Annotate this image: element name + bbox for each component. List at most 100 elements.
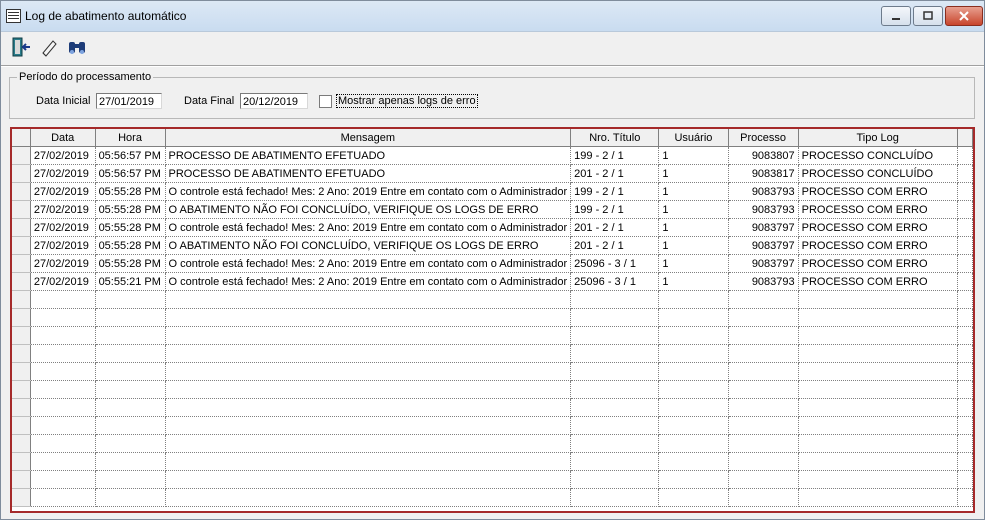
empty-cell[interactable] — [30, 434, 96, 453]
table-cell[interactable]: 05:56:57 PM — [95, 146, 166, 165]
table-cell[interactable]: 9083793 — [728, 272, 799, 291]
empty-cell[interactable] — [728, 362, 799, 381]
empty-cell[interactable] — [658, 362, 729, 381]
empty-row[interactable] — [12, 434, 973, 453]
empty-cell[interactable] — [957, 416, 973, 435]
close-button[interactable] — [945, 6, 983, 26]
empty-cell[interactable] — [957, 488, 973, 507]
empty-cell[interactable] — [570, 290, 660, 309]
table-cell[interactable]: 05:55:28 PM — [95, 218, 166, 237]
table-cell[interactable]: 27/02/2019 — [30, 272, 96, 291]
table-row[interactable]: 27/02/2019 05:55:28 PM O ABATIMENTO NÃO FO… — [12, 200, 973, 219]
table-cell[interactable]: 1 — [658, 182, 729, 201]
empty-cell[interactable] — [165, 344, 572, 363]
empty-cell[interactable] — [30, 470, 96, 489]
empty-cell[interactable] — [728, 470, 799, 489]
empty-cell[interactable] — [30, 398, 96, 417]
column-header[interactable]: Mensagem — [165, 129, 572, 147]
table-cell[interactable]: 27/02/2019 — [30, 254, 96, 273]
empty-cell[interactable] — [957, 326, 973, 345]
empty-cell[interactable] — [95, 308, 166, 327]
row-selector[interactable] — [12, 290, 31, 309]
table-cell[interactable]: 27/02/2019 — [30, 236, 96, 255]
empty-cell[interactable] — [570, 470, 660, 489]
table-cell[interactable]: 9083817 — [728, 164, 799, 183]
table-cell[interactable]: O controle está fechado! Mes: 2 Ano: 201… — [165, 272, 572, 291]
column-header[interactable]: Tipo Log — [798, 129, 958, 147]
table-cell[interactable]: 05:56:57 PM — [95, 164, 166, 183]
table-cell[interactable]: 05:55:21 PM — [95, 272, 166, 291]
table-cell[interactable]: 05:55:28 PM — [95, 236, 166, 255]
row-selector[interactable] — [12, 452, 31, 471]
empty-row[interactable] — [12, 452, 973, 471]
empty-cell[interactable] — [658, 416, 729, 435]
empty-row[interactable] — [12, 362, 973, 381]
row-selector[interactable] — [12, 434, 31, 453]
empty-cell[interactable] — [30, 362, 96, 381]
table-cell[interactable]: 9083807 — [728, 146, 799, 165]
table-cell[interactable]: O controle está fechado! Mes: 2 Ano: 201… — [165, 218, 572, 237]
empty-cell[interactable] — [728, 308, 799, 327]
row-selector[interactable] — [12, 470, 31, 489]
table-cell[interactable]: 1 — [658, 254, 729, 273]
empty-row[interactable] — [12, 344, 973, 363]
empty-cell[interactable] — [728, 380, 799, 399]
row-selector[interactable] — [12, 236, 31, 255]
table-row[interactable]: 27/02/2019 05:55:21 PM O controle está fe… — [12, 272, 973, 291]
row-selector[interactable] — [12, 398, 31, 417]
clear-button[interactable] — [35, 33, 63, 61]
table-cell[interactable]: O ABATIMENTO NÃO FOI CONCLUÍDO, VERIFIQU… — [165, 236, 572, 255]
empty-cell[interactable] — [165, 326, 572, 345]
empty-cell[interactable] — [30, 452, 96, 471]
empty-cell[interactable] — [658, 326, 729, 345]
empty-cell[interactable] — [30, 380, 96, 399]
row-selector[interactable] — [12, 272, 31, 291]
empty-cell[interactable] — [957, 290, 973, 309]
empty-cell[interactable] — [165, 362, 572, 381]
empty-cell[interactable] — [728, 488, 799, 507]
table-cell[interactable]: PROCESSO DE ABATIMENTO EFETUADO — [165, 146, 572, 165]
empty-cell[interactable] — [798, 488, 958, 507]
log-grid[interactable]: Data Hora Mensagem Nro. Título Usuário P… — [10, 127, 975, 513]
empty-cell[interactable] — [658, 380, 729, 399]
minimize-button[interactable] — [881, 6, 911, 26]
empty-cell[interactable] — [95, 416, 166, 435]
empty-cell[interactable] — [95, 344, 166, 363]
table-cell[interactable]: 9083797 — [728, 236, 799, 255]
errors-only-checkbox[interactable] — [319, 95, 332, 108]
table-cell[interactable]: 25096 - 3 / 1 — [570, 272, 660, 291]
maximize-button[interactable] — [913, 6, 943, 26]
row-selector[interactable] — [12, 416, 31, 435]
table-cell[interactable]: 1 — [658, 272, 729, 291]
empty-cell[interactable] — [570, 380, 660, 399]
table-cell[interactable]: 27/02/2019 — [30, 182, 96, 201]
empty-cell[interactable] — [165, 434, 572, 453]
empty-cell[interactable] — [798, 416, 958, 435]
table-cell[interactable]: PROCESSO COM ERRO — [798, 272, 958, 291]
table-cell[interactable]: PROCESSO COM ERRO — [798, 254, 958, 273]
empty-cell[interactable] — [658, 308, 729, 327]
table-cell[interactable]: O controle está fechado! Mes: 2 Ano: 201… — [165, 182, 572, 201]
row-selector[interactable] — [12, 362, 31, 381]
empty-cell[interactable] — [570, 416, 660, 435]
empty-cell[interactable] — [165, 488, 572, 507]
empty-cell[interactable] — [570, 434, 660, 453]
empty-cell[interactable] — [95, 380, 166, 399]
empty-cell[interactable] — [798, 452, 958, 471]
table-cell[interactable]: O controle está fechado! Mes: 2 Ano: 201… — [165, 254, 572, 273]
column-header[interactable]: Processo — [728, 129, 799, 147]
table-row[interactable]: 27/02/2019 05:56:57 PM PROCESSO DE ABATIME… — [12, 164, 973, 183]
table-cell[interactable]: 1 — [658, 218, 729, 237]
table-cell[interactable]: 1 — [658, 164, 729, 183]
empty-cell[interactable] — [95, 488, 166, 507]
empty-cell[interactable] — [570, 452, 660, 471]
row-selector[interactable] — [12, 488, 31, 507]
empty-cell[interactable] — [570, 488, 660, 507]
empty-cell[interactable] — [957, 452, 973, 471]
exit-button[interactable] — [7, 33, 35, 61]
empty-cell[interactable] — [165, 452, 572, 471]
empty-cell[interactable] — [658, 488, 729, 507]
empty-cell[interactable] — [165, 416, 572, 435]
row-selector[interactable] — [12, 218, 31, 237]
empty-cell[interactable] — [95, 362, 166, 381]
